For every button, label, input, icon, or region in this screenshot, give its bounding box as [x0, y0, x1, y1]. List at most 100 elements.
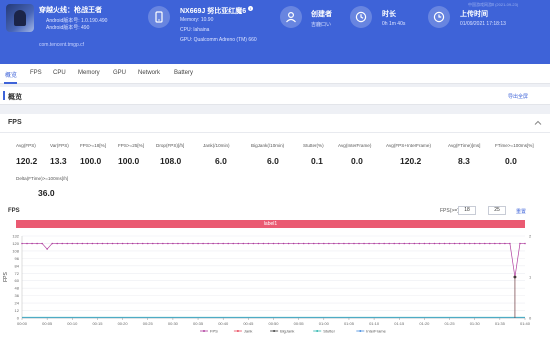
- collapse-icon[interactable]: [534, 119, 542, 127]
- fps-point: [489, 242, 491, 245]
- fps-point: [51, 242, 53, 245]
- fps-point: [111, 242, 114, 245]
- fps-point: [106, 242, 109, 245]
- fps-point: [41, 242, 43, 245]
- fps-point: [302, 242, 305, 245]
- fps-series-line: [22, 243, 525, 278]
- fps-point: [277, 242, 280, 245]
- tab-overview[interactable]: 概览: [5, 70, 17, 79]
- metric-label: FTime>=100ms[%]: [495, 143, 534, 148]
- fps-point: [363, 242, 365, 245]
- y2-tick-label: 0: [529, 316, 532, 321]
- section-marker: [3, 91, 5, 100]
- fps-point: [267, 242, 270, 245]
- chart-label: FPS: [8, 208, 20, 214]
- fps-point: [212, 242, 214, 245]
- android-build: Android版本号: 490: [46, 25, 90, 31]
- fps-point: [504, 242, 506, 245]
- fps-point: [292, 242, 295, 245]
- range-input-max[interactable]: 25: [488, 206, 506, 215]
- fps-point: [428, 242, 431, 245]
- fps-point: [378, 242, 380, 245]
- info-icon[interactable]: i: [248, 6, 253, 11]
- tab-battery[interactable]: Battery: [174, 70, 193, 76]
- legend-dot: [236, 330, 239, 332]
- y-tick-label: 120: [12, 241, 19, 246]
- fps-point: [36, 242, 38, 245]
- metric-value: 0.0: [351, 156, 363, 166]
- duration-title: 时长: [382, 11, 396, 18]
- fps-point: [247, 242, 250, 245]
- overview-section: 概览 导出全屏: [0, 87, 550, 105]
- legend-label: FPS: [210, 329, 218, 334]
- fps-point: [172, 242, 174, 245]
- active-tab-indicator: [4, 82, 17, 84]
- upload-value: 01/09/2021 17:18:13: [460, 21, 506, 27]
- y-tick-label: 132: [12, 234, 19, 239]
- fps-point: [121, 242, 124, 245]
- fps-point: [222, 242, 224, 245]
- tab-cpu[interactable]: CPU: [53, 70, 66, 76]
- y-tick-label: 24: [15, 301, 20, 306]
- fps-point: [388, 242, 390, 245]
- creator-title: 创建者: [311, 11, 332, 18]
- fps-point: [182, 242, 184, 245]
- fps-point: [81, 242, 84, 245]
- metric-label: Var(FPS): [50, 143, 69, 148]
- y-axis-label: FPS: [3, 271, 9, 281]
- x-tick-label: 00:35: [193, 321, 204, 326]
- fps-point: [252, 242, 255, 245]
- legend-dot: [316, 330, 319, 332]
- range-input-min[interactable]: 18: [458, 206, 476, 215]
- y-tick-label: 108: [12, 248, 19, 253]
- tab-fps[interactable]: FPS: [30, 70, 42, 76]
- fps-point: [192, 242, 194, 245]
- fps-point: [227, 242, 229, 245]
- metric-value: 6.0: [215, 156, 227, 166]
- metric-value: 120.2: [16, 156, 38, 166]
- tab-bar: 概览 FPS CPU Memory GPU Network Battery: [0, 64, 550, 84]
- watermark-text: 中国游戏网游Ⅱ (2021-09-23): [468, 2, 519, 7]
- fps-point: [31, 242, 33, 245]
- legend-dot: [273, 330, 276, 332]
- x-tick-label: 00:50: [268, 321, 279, 326]
- export-link[interactable]: 导出全屏: [508, 93, 528, 100]
- tab-gpu[interactable]: GPU: [113, 70, 126, 76]
- metric-value: 100.0: [80, 156, 102, 166]
- fps-point: [478, 242, 481, 245]
- fps-point: [101, 242, 104, 245]
- fps-point: [408, 242, 411, 245]
- x-tick-label: 00:00: [17, 321, 28, 326]
- fps-point: [368, 242, 370, 245]
- fps-point: [398, 242, 400, 245]
- fps-point: [76, 242, 79, 245]
- legend-dot: [359, 330, 362, 332]
- reset-link[interactable]: 重置: [516, 208, 526, 215]
- x-tick-label: 00:15: [92, 321, 103, 326]
- fps-point: [56, 242, 58, 245]
- x-tick-label: 00:30: [168, 321, 179, 326]
- fps-point: [333, 242, 335, 245]
- y-tick-label: 96: [15, 256, 20, 261]
- fps-point: [21, 242, 23, 245]
- card-divider: [0, 132, 550, 133]
- fps-point: [272, 242, 275, 245]
- android-version: Android版本号: 1.0.190.490: [46, 18, 108, 24]
- fps-point: [358, 242, 360, 245]
- tab-network[interactable]: Network: [138, 70, 160, 76]
- label-bar[interactable]: label1: [16, 220, 525, 228]
- device-gpu: GPU: Qualcomm Adreno (TM) 660: [180, 37, 257, 43]
- fps-point: [418, 242, 421, 245]
- x-tick-label: 01:20: [419, 321, 430, 326]
- bigjank-point: [513, 275, 517, 279]
- x-tick-label: 01:25: [445, 321, 456, 326]
- fps-point: [287, 242, 290, 245]
- fps-point: [46, 248, 48, 250]
- tab-memory[interactable]: Memory: [78, 70, 100, 76]
- y-tick-label: 84: [15, 263, 20, 268]
- y2-tick-label: 2: [529, 234, 532, 239]
- legend-label: Stutter: [323, 329, 335, 334]
- fps-point: [494, 242, 496, 245]
- legend-dot: [203, 330, 205, 332]
- fps-point: [86, 242, 89, 245]
